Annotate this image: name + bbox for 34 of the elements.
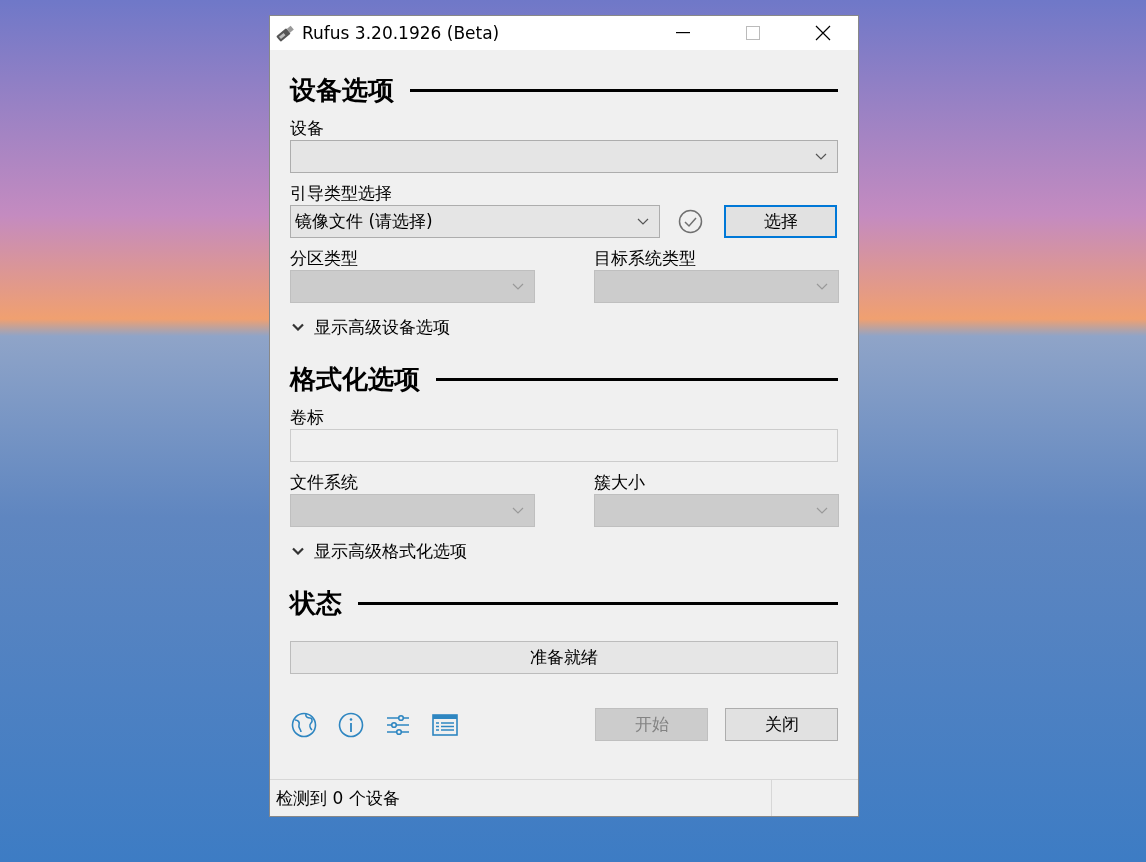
section-heading: 设备选项 — [290, 73, 394, 107]
section-heading: 格式化选项 — [290, 362, 420, 396]
field-label: 卷标 — [290, 406, 325, 429]
dropdown-field[interactable] — [290, 140, 838, 173]
status-bar-text: 检测到 0 个设备 — [275, 787, 401, 810]
minimize-icon[interactable] — [676, 32, 690, 34]
advanced-options-toggle[interactable]: 显示高级设备选项 — [290, 315, 838, 339]
field-label: 目标系统类型 — [594, 247, 697, 270]
chevron-down-icon — [292, 547, 304, 555]
chevron-down-icon — [816, 283, 828, 290]
info-icon[interactable] — [337, 710, 365, 739]
chevron-down-icon — [637, 218, 649, 225]
maximize-icon[interactable] — [746, 26, 760, 40]
dropdown-field[interactable]: 镜像文件 (请选择) — [290, 205, 660, 238]
status-text: 准备就绪 — [530, 646, 598, 669]
field-label: 簇大小 — [594, 471, 646, 494]
close-window-button[interactable]: 关闭 — [725, 708, 838, 741]
dropdown-value: 镜像文件 (请选择) — [295, 210, 434, 233]
check-circle-icon — [678, 209, 703, 234]
close-icon[interactable] — [815, 25, 831, 41]
chevron-down-icon — [512, 507, 524, 514]
chevron-down-icon — [292, 323, 304, 331]
section-heading: 状态 — [290, 586, 342, 620]
field-label: 引导类型选择 — [290, 182, 393, 205]
chevron-down-icon — [815, 153, 827, 160]
field-label: 文件系统 — [290, 471, 359, 494]
select-button[interactable]: 选择 — [724, 205, 837, 238]
window-title: Rufus 3.20.1926 (Beta) — [302, 23, 501, 43]
field-label: 分区类型 — [290, 247, 359, 270]
globe-icon[interactable] — [290, 710, 318, 739]
chevron-down-icon — [816, 507, 828, 514]
chevron-down-icon — [512, 283, 524, 290]
advanced-options-toggle[interactable]: 显示高级格式化选项 — [290, 539, 838, 563]
field-label: 设备 — [290, 117, 325, 140]
